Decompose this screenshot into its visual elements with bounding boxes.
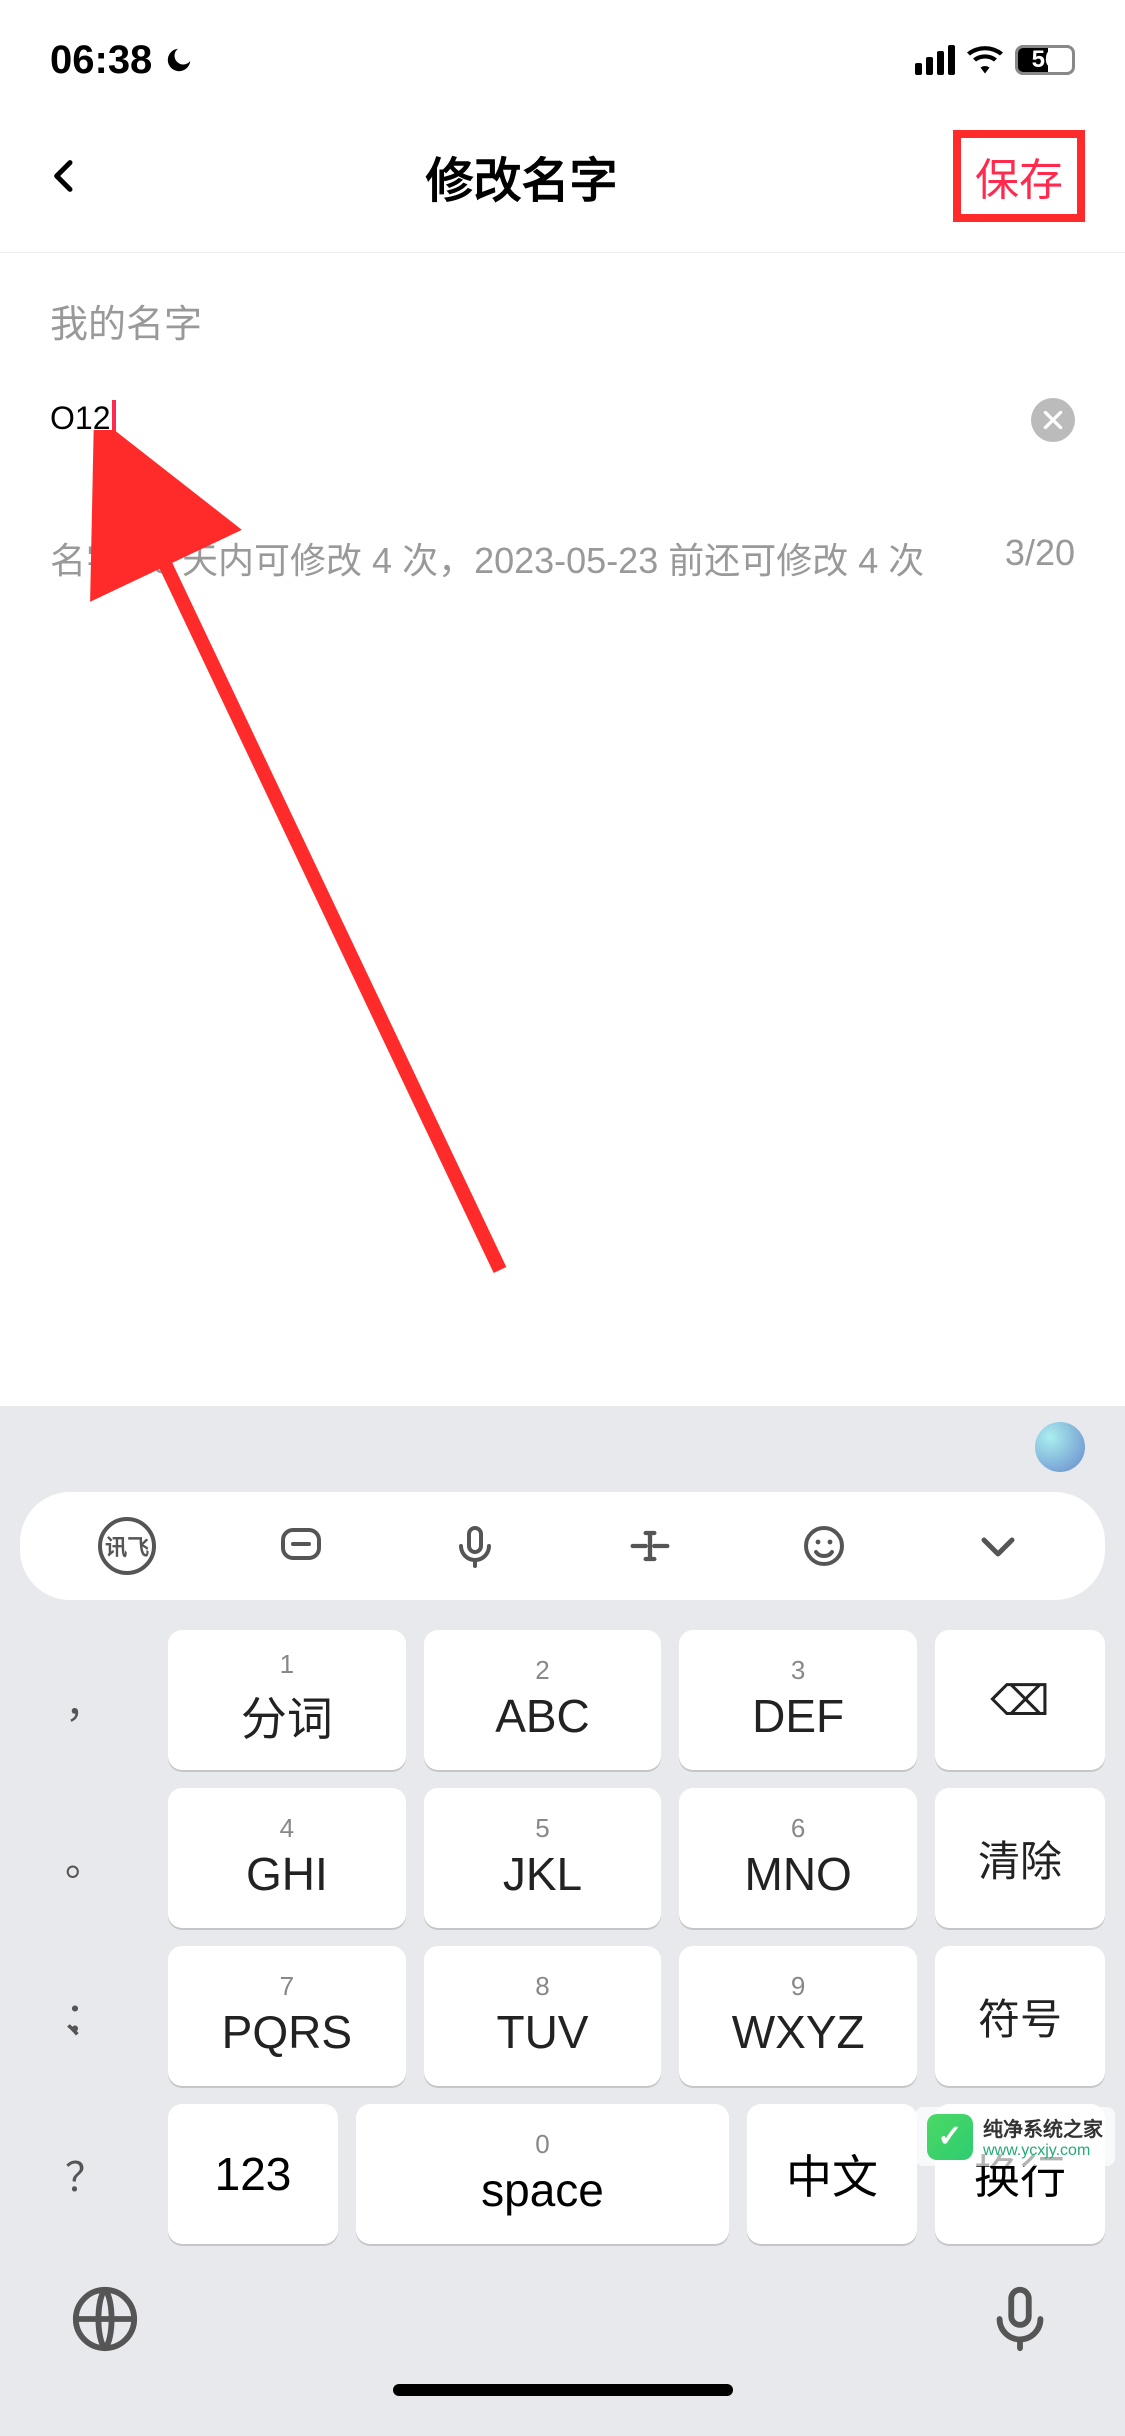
name-field-label: 我的名字 — [50, 293, 1075, 348]
key-punct-question[interactable]: ？ — [20, 2104, 150, 2244]
status-bar: 06:38 56 — [0, 0, 1125, 100]
key-punct-comma[interactable]: ， — [20, 1630, 150, 1770]
page-title: 修改名字 — [90, 141, 953, 211]
keyboard-topbar — [0, 1406, 1125, 1472]
nav-bar: 修改名字 保存 — [0, 100, 1125, 253]
keyboard-collapse-button[interactable] — [968, 1516, 1028, 1576]
text-caret — [112, 400, 116, 440]
back-button[interactable] — [40, 151, 90, 201]
key-symbol[interactable]: 符号 — [935, 1946, 1105, 2086]
keyboard-emoji-button[interactable] — [794, 1516, 854, 1576]
keyboard-voice-button[interactable] — [445, 1516, 505, 1576]
key-punct-colon[interactable]: ： — [20, 1944, 150, 2084]
key-language[interactable]: 中文 — [747, 2104, 917, 2244]
globe-button[interactable] — [70, 2284, 140, 2354]
name-input-row: O12 — [50, 398, 1075, 442]
keyboard: 讯飞 ， 1分词 2ABC 3DEF ⌫ 。 4GHI 5JKL 6MNO 清除… — [0, 1406, 1125, 2436]
clear-input-button[interactable] — [1031, 398, 1075, 442]
name-hint: 名字 30 天内可修改 4 次，2023-05-23 前还可修改 4 次 — [50, 532, 924, 584]
key-8-tuv[interactable]: 8TUV — [424, 1946, 662, 2086]
battery-icon: 56 — [1015, 45, 1075, 75]
key-3-def[interactable]: 3DEF — [679, 1630, 917, 1770]
key-9-wxyz[interactable]: 9WXYZ — [679, 1946, 917, 2086]
cellular-signal-icon — [915, 45, 955, 75]
watermark-url: www.ycxjy.com — [983, 2142, 1103, 2160]
name-input-value: O12 — [50, 400, 110, 436]
watermark-badge-icon: ✓ — [927, 2114, 973, 2160]
keyboard-bottom-row — [0, 2244, 1125, 2374]
status-time: 06:38 — [50, 38, 152, 83]
key-5-jkl[interactable]: 5JKL — [424, 1788, 662, 1928]
watermark-text: 纯净系统之家 www.ycxjy.com — [983, 2113, 1103, 2160]
key-6-mno[interactable]: 6MNO — [679, 1788, 917, 1928]
smiley-icon — [800, 1522, 848, 1570]
key-123[interactable]: 123 — [168, 2104, 338, 2244]
keyboard-avatar-icon[interactable] — [1035, 1422, 1085, 1472]
backspace-icon: ⌫ — [990, 1676, 1049, 1725]
name-input[interactable]: O12 — [50, 400, 122, 441]
key-2-abc[interactable]: 2ABC — [424, 1630, 662, 1770]
microphone-icon — [451, 1522, 499, 1570]
chevron-down-icon — [974, 1522, 1022, 1570]
keyboard-cursor-button[interactable] — [620, 1516, 680, 1576]
key-backspace[interactable]: ⌫ — [935, 1630, 1105, 1770]
keyboard-grid: ， 1分词 2ABC 3DEF ⌫ 。 4GHI 5JKL 6MNO 清除 、 … — [0, 1630, 1125, 2086]
dictation-button[interactable] — [985, 2284, 1055, 2354]
status-right: 56 — [915, 45, 1075, 75]
key-4-ghi[interactable]: 4GHI — [168, 1788, 406, 1928]
key-clear[interactable]: 清除 — [935, 1788, 1105, 1928]
home-indicator[interactable] — [393, 2384, 733, 2396]
form-area: 我的名字 O12 名字 30 天内可修改 4 次，2023-05-23 前还可修… — [0, 253, 1125, 624]
chat-icon — [277, 1522, 325, 1570]
chevron-left-icon — [45, 156, 85, 196]
char-counter: 3/20 — [1005, 532, 1075, 584]
save-button[interactable]: 保存 — [953, 130, 1085, 222]
battery-percent: 56 — [1032, 46, 1059, 74]
keyboard-toolbar: 讯飞 — [20, 1492, 1105, 1600]
watermark: ✓ 纯净系统之家 www.ycxjy.com — [915, 2107, 1115, 2166]
status-time-group: 06:38 — [50, 38, 194, 83]
key-space[interactable]: 0space — [356, 2104, 729, 2244]
key-punct-period[interactable]: 。 — [20, 1788, 150, 1928]
hint-row: 名字 30 天内可修改 4 次，2023-05-23 前还可修改 4 次 3/2… — [50, 532, 1075, 584]
keyboard-clipboard-button[interactable] — [271, 1516, 331, 1576]
wifi-icon — [967, 46, 1003, 74]
keyboard-brand-button[interactable]: 讯飞 — [97, 1516, 157, 1576]
text-cursor-icon — [624, 1520, 676, 1572]
key-1[interactable]: 1分词 — [168, 1630, 406, 1770]
close-icon — [1040, 407, 1066, 433]
keyboard-brand-label: 讯飞 — [98, 1517, 156, 1575]
key-7-pqrs[interactable]: 7PQRS — [168, 1946, 406, 2086]
dnd-moon-icon — [164, 45, 194, 75]
watermark-title: 纯净系统之家 — [983, 2113, 1103, 2142]
